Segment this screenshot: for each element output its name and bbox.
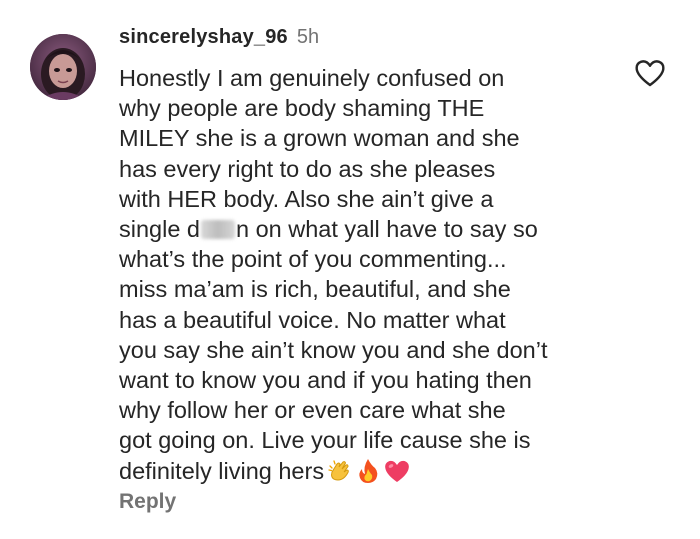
comment-line: Honestly I am genuinely confused on [119, 65, 505, 91]
avatar[interactable] [30, 34, 96, 100]
comment-line-censored: single d n on what yall have to say so [119, 214, 619, 244]
username-link[interactable]: sincerelyshay_96 [119, 26, 288, 49]
comment-line: miss ma’am is rich, beautiful, and she [119, 276, 511, 303]
comment-line: has a beautiful voice. No matter what [119, 306, 506, 333]
comment-line: MILEY she is a grown woman and she [119, 125, 520, 152]
comment-line: why follow her or even care what she [119, 397, 506, 424]
heart-icon [383, 458, 411, 491]
comment-line: what’s the point of you commenting... [119, 246, 507, 273]
comment-text: Honestly I am genuinely confused on why … [119, 63, 619, 491]
clapping-hands-icon [327, 458, 353, 491]
comment-meta: sincerelyshay_96 5h [119, 26, 619, 60]
censor-blur [201, 220, 235, 240]
comment-line: with HER body. Also she ain’t give a [119, 185, 494, 212]
comment-content: sincerelyshay_96 5h Honestly I am genuin… [119, 26, 619, 491]
comment-line-part: definitely living hers [119, 457, 325, 484]
reply-button[interactable]: Reply [119, 490, 176, 514]
comment: sincerelyshay_96 5h Honestly I am genuin… [0, 0, 700, 539]
comment-line: has every right to do as she pleases [119, 155, 496, 182]
comment-line-last: definitely living hers [119, 456, 619, 491]
comment-line: you say she ain’t know you and she don’t [119, 336, 548, 363]
comment-line: want to know you and if you hating then [119, 367, 532, 394]
comment-line-part: single d [119, 216, 200, 243]
comment-line: got going on. Live your life cause she i… [119, 427, 531, 454]
fire-icon [356, 458, 380, 491]
comment-line: why people are body shaming THE [119, 95, 485, 122]
comment-line-part: n on what yall have to say so [236, 216, 538, 243]
timestamp: 5h [296, 26, 320, 48]
heart-outline-icon[interactable] [634, 58, 666, 88]
